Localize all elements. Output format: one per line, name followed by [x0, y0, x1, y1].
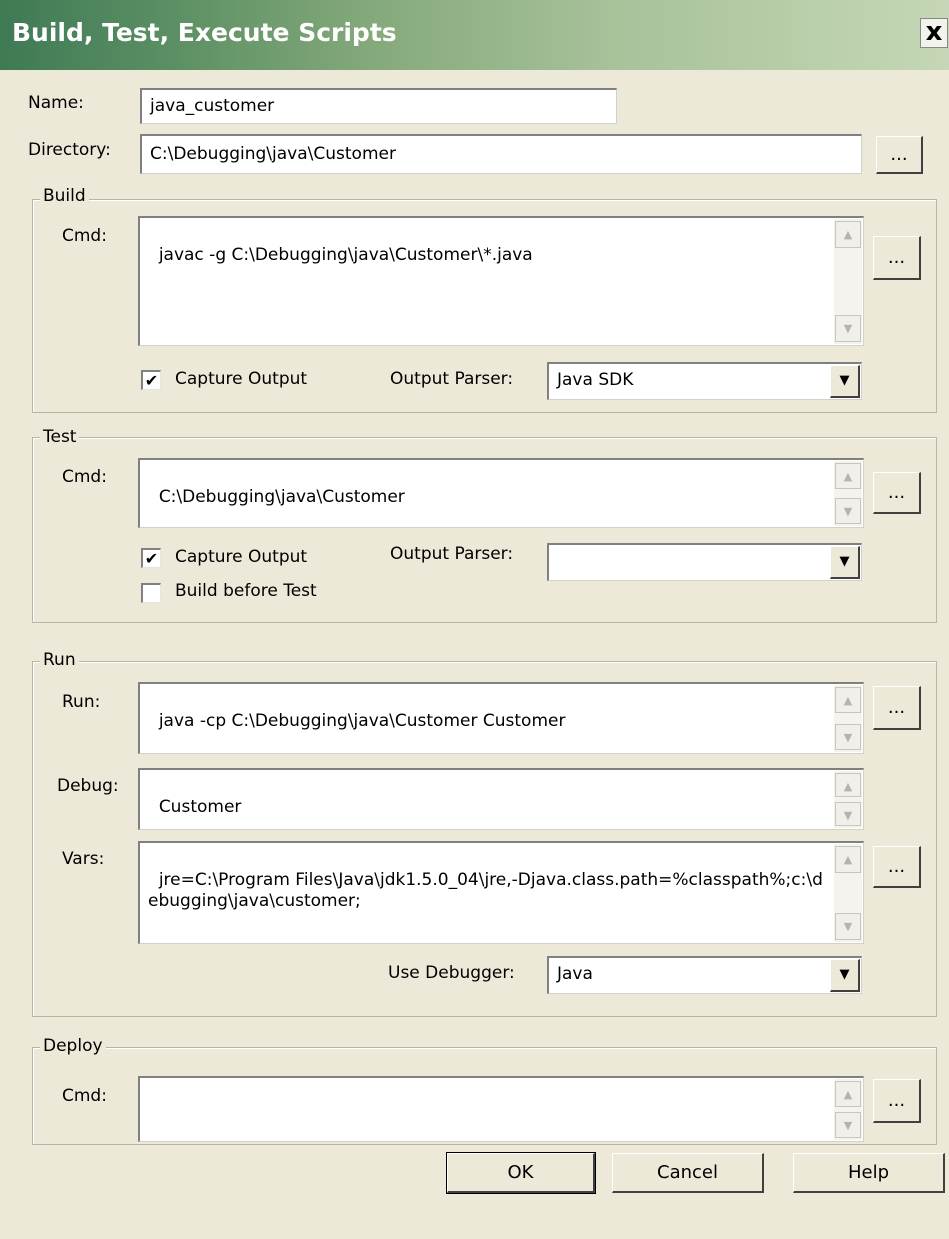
build-legend: Build	[40, 186, 89, 206]
help-button[interactable]: Help	[793, 1153, 945, 1193]
test-cmd-text: C:\Debugging\java\Customer	[158, 487, 405, 507]
run-label: Run:	[62, 692, 101, 712]
directory-input[interactable]: C:\Debugging\java\Customer	[140, 134, 862, 174]
run-cmd-browse-button[interactable]: ...	[873, 686, 921, 730]
vars-scrollbar[interactable]: ▲ ▼	[834, 844, 862, 942]
test-legend: Test	[40, 427, 80, 447]
deploy-cmd-label: Cmd:	[62, 1086, 107, 1106]
vars-browse-button[interactable]: ...	[873, 846, 921, 888]
check-icon: ✔	[144, 549, 159, 568]
build-capture-output-label: Capture Output	[175, 369, 308, 389]
build-before-test-checkbox[interactable]	[141, 583, 161, 603]
test-cmd-label: Cmd:	[62, 467, 107, 487]
vars-label: Vars:	[62, 849, 105, 869]
build-capture-output-checkbox[interactable]: ✔	[141, 370, 161, 390]
test-capture-output-checkbox[interactable]: ✔	[141, 548, 161, 568]
chevron-down-icon[interactable]: ▼	[830, 365, 860, 398]
directory-label: Directory:	[28, 140, 111, 160]
scroll-up-icon[interactable]: ▲	[835, 687, 861, 713]
run-cmd-textarea[interactable]: java -cp C:\Debugging\java\Customer Cust…	[138, 682, 864, 754]
test-cmd-textarea[interactable]: C:\Debugging\java\Customer ▲ ▼	[138, 458, 864, 528]
scroll-down-icon[interactable]: ▼	[835, 1112, 861, 1138]
deploy-legend: Deploy	[40, 1036, 106, 1056]
debug-label: Debug:	[57, 776, 119, 796]
deploy-cmd-scrollbar[interactable]: ▲ ▼	[834, 1079, 862, 1140]
debug-textarea[interactable]: Customer ▲ ▼	[138, 768, 864, 830]
test-output-parser-select[interactable]: ▼	[547, 543, 862, 581]
scroll-up-icon[interactable]: ▲	[835, 773, 861, 797]
build-cmd-text: javac -g C:\Debugging\java\Customer\*.ja…	[158, 245, 533, 265]
scroll-down-icon[interactable]: ▼	[835, 724, 861, 750]
chevron-down-icon[interactable]: ▼	[830, 959, 860, 992]
run-cmd-scrollbar[interactable]: ▲ ▼	[834, 685, 862, 752]
build-output-parser-select[interactable]: Java SDK ▼	[547, 362, 862, 400]
scroll-up-icon[interactable]: ▲	[835, 1081, 861, 1107]
build-cmd-textarea[interactable]: javac -g C:\Debugging\java\Customer\*.ja…	[138, 216, 864, 346]
chevron-down-icon[interactable]: ▼	[830, 546, 860, 579]
vars-textarea[interactable]: jre=C:\Program Files\Java\jdk1.5.0_04\jr…	[138, 841, 864, 944]
build-output-parser-value: Java SDK	[557, 370, 634, 390]
deploy-cmd-browse-button[interactable]: ...	[873, 1079, 921, 1123]
name-input[interactable]: java_customer	[140, 88, 617, 124]
ok-button[interactable]: OK	[446, 1152, 596, 1194]
scroll-up-icon[interactable]: ▲	[835, 463, 861, 489]
directory-browse-button[interactable]: ...	[876, 136, 923, 174]
cancel-button[interactable]: Cancel	[612, 1153, 764, 1193]
build-cmd-scrollbar[interactable]: ▲ ▼	[834, 219, 862, 344]
scroll-down-icon[interactable]: ▼	[835, 802, 861, 826]
test-output-parser-label: Output Parser:	[390, 544, 514, 564]
scroll-down-icon[interactable]: ▼	[835, 913, 861, 940]
scroll-down-icon[interactable]: ▼	[835, 498, 861, 524]
build-before-test-label: Build before Test	[175, 581, 317, 601]
window-title: Build, Test, Execute Scripts	[12, 18, 397, 47]
debug-text: Customer	[158, 797, 242, 817]
close-icon: x	[925, 17, 943, 47]
build-output-parser-label: Output Parser:	[390, 369, 514, 389]
build-cmd-label: Cmd:	[62, 226, 107, 246]
debug-scrollbar[interactable]: ▲ ▼	[834, 771, 862, 828]
test-cmd-browse-button[interactable]: ...	[873, 472, 921, 514]
scroll-up-icon[interactable]: ▲	[835, 221, 861, 248]
deploy-cmd-textarea[interactable]: ▲ ▼	[138, 1076, 864, 1142]
run-legend: Run	[40, 650, 79, 670]
use-debugger-value: Java	[557, 964, 593, 984]
vars-text: jre=C:\Program Files\Java\jdk1.5.0_04\jr…	[148, 870, 823, 911]
check-icon: ✔	[144, 371, 159, 390]
run-cmd-text: java -cp C:\Debugging\java\Customer Cust…	[158, 711, 566, 731]
use-debugger-label: Use Debugger:	[388, 963, 515, 983]
scroll-up-icon[interactable]: ▲	[835, 846, 861, 873]
test-capture-output-label: Capture Output	[175, 547, 308, 567]
scroll-down-icon[interactable]: ▼	[835, 315, 861, 342]
name-label: Name:	[28, 93, 84, 113]
build-cmd-browse-button[interactable]: ...	[873, 236, 921, 280]
test-cmd-scrollbar[interactable]: ▲ ▼	[834, 461, 862, 526]
close-button[interactable]: x	[920, 18, 948, 48]
use-debugger-select[interactable]: Java ▼	[547, 956, 862, 994]
